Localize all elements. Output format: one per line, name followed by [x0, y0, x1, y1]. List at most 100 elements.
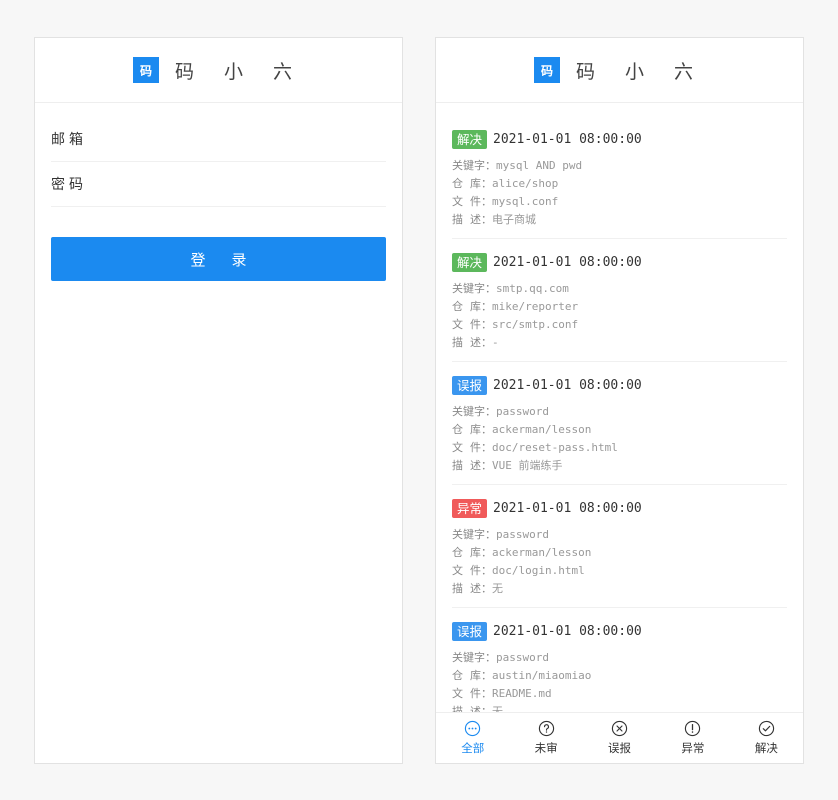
list-item[interactable]: 解决 2021-01-01 08:00:00 关键字： mysql AND pw… — [452, 103, 787, 239]
keyword-row: 关键字： password — [452, 649, 787, 667]
item-timestamp: 2021-01-01 08:00:00 — [493, 624, 642, 639]
keyword-value: mysql AND pwd — [496, 159, 583, 172]
tab-label: 异常 — [681, 741, 705, 755]
more-icon — [465, 720, 481, 737]
exclamation-icon — [685, 720, 701, 737]
item-header: 解决 2021-01-01 08:00:00 — [452, 130, 787, 149]
file-label: 文 件： — [452, 441, 492, 454]
desc-label: 描 述： — [452, 213, 492, 226]
login-screen: 码 码 小 六 邮箱 密码 登录 — [34, 37, 403, 764]
tab-label: 解决 — [754, 741, 778, 755]
keyword-label: 关键字： — [452, 282, 496, 295]
status-badge: 解决 — [452, 130, 488, 149]
desc-row: 描 述： - — [452, 334, 787, 352]
item-header: 误报 2021-01-01 08:00:00 — [452, 622, 787, 641]
repo-row: 仓 库： ackerman/lesson — [452, 544, 787, 562]
password-label: 密码 — [51, 177, 87, 193]
item-header: 解决 2021-01-01 08:00:00 — [452, 253, 787, 272]
keyword-row: 关键字： smtp.qq.com — [452, 280, 787, 298]
keyword-label: 关键字： — [452, 405, 496, 418]
file-value: doc/login.html — [492, 564, 585, 577]
file-value: doc/reset-pass.html — [492, 441, 618, 454]
repo-value: austin/miaomiao — [492, 669, 592, 682]
list-item[interactable]: 异常 2021-01-01 08:00:00 关键字： password 仓 库… — [452, 485, 787, 608]
tab-check-circle[interactable]: 解决 — [730, 713, 803, 763]
question-icon — [538, 720, 554, 737]
repo-value: mike/reporter — [492, 300, 579, 313]
tab-label: 全部 — [461, 741, 485, 755]
repo-value: ackerman/lesson — [492, 423, 592, 436]
desc-label: 描 述： — [452, 459, 492, 472]
close-circle-icon — [611, 720, 628, 737]
keyword-row: 关键字： password — [452, 526, 787, 544]
repo-label: 仓 库： — [452, 423, 492, 436]
item-timestamp: 2021-01-01 08:00:00 — [493, 255, 642, 270]
repo-label: 仓 库： — [452, 177, 492, 190]
status-badge: 异常 — [452, 499, 488, 518]
desc-label: 描 述： — [452, 336, 492, 349]
item-timestamp: 2021-01-01 08:00:00 — [493, 378, 642, 393]
keyword-value: password — [496, 651, 549, 664]
list-item[interactable]: 解决 2021-01-01 08:00:00 关键字： smtp.qq.com … — [452, 239, 787, 362]
list-header: 码 码 小 六 — [436, 38, 803, 103]
status-badge: 误报 — [452, 376, 488, 395]
repo-label: 仓 库： — [452, 669, 492, 682]
file-label: 文 件： — [452, 318, 492, 331]
item-timestamp: 2021-01-01 08:00:00 — [493, 501, 642, 516]
file-row: 文 件： doc/login.html — [452, 562, 787, 580]
brand-name: 码 小 六 — [575, 60, 706, 83]
file-row: 文 件： README.md — [452, 685, 787, 703]
list-item[interactable]: 误报 2021-01-01 08:00:00 关键字： password 仓 库… — [452, 362, 787, 485]
file-label: 文 件： — [452, 687, 492, 700]
desc-value: 无 — [492, 582, 503, 595]
file-row: 文 件： mysql.conf — [452, 193, 787, 211]
repo-label: 仓 库： — [452, 546, 492, 559]
keyword-row: 关键字： mysql AND pwd — [452, 157, 787, 175]
keyword-value: password — [496, 528, 549, 541]
status-badge: 解决 — [452, 253, 488, 272]
tab-label: 未审 — [534, 741, 558, 755]
item-header: 异常 2021-01-01 08:00:00 — [452, 499, 787, 518]
file-label: 文 件： — [452, 195, 492, 208]
repo-value: ackerman/lesson — [492, 546, 592, 559]
desc-row: 描 述： 电子商城 — [452, 211, 787, 229]
repo-row: 仓 库： ackerman/lesson — [452, 421, 787, 439]
repo-value: alice/shop — [492, 177, 559, 190]
brand-logo-icon: 码 — [132, 57, 159, 83]
file-label: 文 件： — [452, 564, 492, 577]
file-row: 文 件： doc/reset-pass.html — [452, 439, 787, 457]
tab-exclamation[interactable]: 异常 — [656, 713, 729, 763]
email-field[interactable]: 邮箱 — [51, 117, 386, 162]
keyword-value: smtp.qq.com — [496, 282, 569, 295]
repo-row: 仓 库： austin/miaomiao — [452, 667, 787, 685]
login-button[interactable]: 登录 — [51, 237, 386, 281]
repo-label: 仓 库： — [452, 300, 492, 313]
password-field[interactable]: 密码 — [51, 162, 386, 207]
tab-label: 误报 — [608, 741, 632, 755]
desc-value: 电子商城 — [492, 213, 536, 226]
tab-question[interactable]: 未审 — [509, 713, 582, 763]
file-value: mysql.conf — [492, 195, 559, 208]
file-value: README.md — [492, 687, 552, 700]
desc-value: VUE 前端练手 — [492, 459, 563, 472]
status-badge: 误报 — [452, 622, 488, 641]
tab-close-circle[interactable]: 误报 — [583, 713, 656, 763]
desc-row: 描 述： 无 — [452, 580, 787, 598]
brand-logo-icon: 码 — [533, 57, 560, 83]
desc-label: 描 述： — [452, 582, 492, 595]
tab-bar: 全部 未审 误报 异常 解决 — [436, 712, 803, 763]
tab-more[interactable]: 全部 — [436, 713, 509, 763]
file-row: 文 件： src/smtp.conf — [452, 316, 787, 334]
email-label: 邮箱 — [51, 132, 87, 148]
list-screen: 码 码 小 六 解决 2021-01-01 08:00:00 关键字： mysq… — [435, 37, 804, 764]
brand-name: 码 小 六 — [174, 60, 305, 83]
repo-row: 仓 库： alice/shop — [452, 175, 787, 193]
desc-value: - — [492, 336, 499, 349]
keyword-label: 关键字： — [452, 159, 496, 172]
result-list: 解决 2021-01-01 08:00:00 关键字： mysql AND pw… — [436, 103, 803, 731]
check-circle-icon — [758, 720, 774, 737]
login-header: 码 码 小 六 — [35, 38, 402, 103]
login-form: 邮箱 密码 — [35, 103, 402, 207]
desc-row: 描 述： VUE 前端练手 — [452, 457, 787, 475]
keyword-label: 关键字： — [452, 528, 496, 541]
